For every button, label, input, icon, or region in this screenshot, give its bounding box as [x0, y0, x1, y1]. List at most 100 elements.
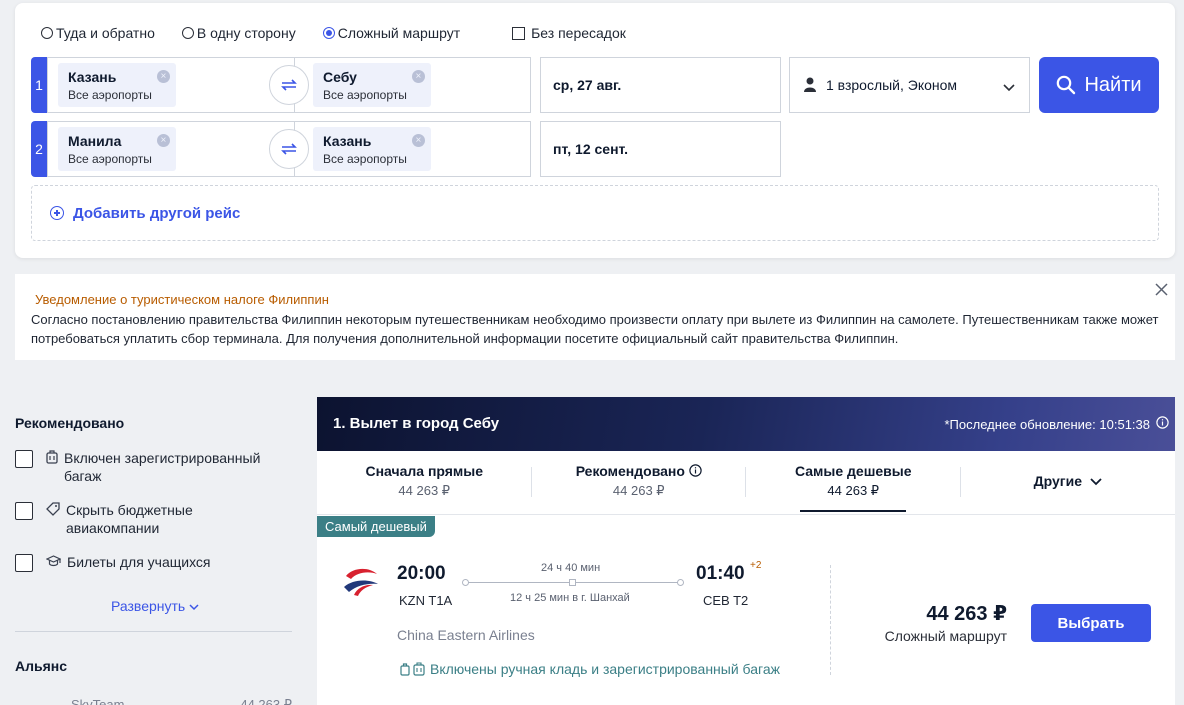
swap-button[interactable]: [269, 65, 309, 105]
filter-label: Билеты для учащихся: [67, 554, 211, 570]
passengers-label: 1 взрослый, Эконом: [826, 77, 958, 93]
date-field[interactable]: пт, 12 сент.: [540, 121, 781, 177]
chevron-down-icon: [1003, 79, 1015, 95]
tab-title: Рекомендовано: [532, 463, 747, 479]
cheapest-badge: Самый дешевый: [317, 516, 435, 537]
leg-number: 2: [31, 121, 47, 177]
filter-divider: [15, 631, 292, 632]
person-icon: [804, 77, 816, 112]
tab-price: 44 263 ₽: [612, 483, 665, 498]
clear-icon[interactable]: ×: [411, 70, 425, 83]
tab-nonstop-first[interactable]: Сначала прямые 44 263 ₽: [317, 453, 532, 514]
checkbox-box[interactable]: [15, 502, 33, 520]
filter-checked-baggage[interactable]: Включен зарегистрированный багаж: [15, 449, 292, 485]
notice-title: Уведомление о туристическом налоге Филип…: [35, 292, 329, 307]
search-label: Найти: [1084, 73, 1142, 96]
radio-dot: [322, 27, 335, 39]
radio-dot: [181, 27, 194, 39]
filter-label: Включен зарегистрированный багаж: [64, 450, 261, 484]
destination-airports: Все аэропорты: [323, 152, 407, 166]
search-panel: Туда и обратно В одну сторону Сложный ма…: [15, 3, 1175, 258]
tax-notice: Уведомление о туристическом налоге Филип…: [15, 274, 1175, 360]
filter-heading-recommended: Рекомендовано: [15, 415, 125, 431]
chevron-down-icon: [189, 604, 199, 611]
tab-cheapest[interactable]: Самые дешевые 44 263 ₽: [746, 453, 961, 514]
passengers-field[interactable]: 1 взрослый, Эконом: [789, 57, 1030, 113]
origin-field[interactable]: Казань Все аэропорты ×: [47, 57, 302, 113]
checkbox-label: Без пересадок: [531, 25, 626, 41]
flight-duration: 24 ч 40 мин: [541, 562, 601, 574]
radio-label: В одну сторону: [196, 25, 296, 41]
tab-title: Самые дешевые: [794, 463, 912, 479]
stopover-info: 12 ч 25 мин в г. Шанхай: [510, 592, 630, 604]
route-end-dot: [677, 579, 684, 586]
destination-field[interactable]: Себу Все аэропорты ×: [294, 57, 531, 113]
route-line: [462, 579, 684, 586]
destination-field[interactable]: Казань Все аэропорты ×: [294, 121, 531, 177]
add-flight-button[interactable]: Добавить другой рейс: [31, 185, 1159, 241]
select-flight-button[interactable]: Выбрать: [1031, 604, 1151, 642]
filters-sidebar: Рекомендовано Включен зарегистрированный…: [15, 415, 292, 705]
origin-airports: Все аэропорты: [68, 88, 152, 102]
swap-icon: [281, 79, 297, 91]
route-start-dot: [462, 579, 469, 586]
tab-price: 44 263 ₽: [398, 483, 451, 498]
notice-text: Согласно постановлению правительства Фил…: [31, 312, 1159, 346]
nonstop-checkbox[interactable]: Без пересадок: [512, 25, 626, 41]
alliance-filter-row[interactable]: SkyTeam 44 263 ₽: [15, 697, 292, 705]
clear-icon[interactable]: ×: [156, 70, 170, 83]
date-field[interactable]: ср, 27 авг.: [540, 57, 781, 113]
clear-icon[interactable]: ×: [156, 134, 170, 147]
luggage-icon: [400, 661, 425, 676]
checkbox-box[interactable]: [15, 450, 33, 468]
origin-city: Манила: [68, 133, 122, 149]
radio-one-way[interactable]: В одну сторону: [181, 25, 296, 41]
plus-day-badge: +2: [750, 560, 762, 571]
tab-title: Сначала прямые: [365, 463, 484, 479]
flight-leg-2: 2 Манила Все аэропорты × Казань Все аэро…: [31, 121, 1161, 177]
checkbox-box: [512, 26, 526, 40]
info-icon[interactable]: [1156, 416, 1169, 432]
destination-city: Казань: [323, 133, 372, 149]
radio-label: Туда и обратно: [56, 25, 155, 41]
filter-students[interactable]: Билеты для учащихся: [15, 553, 292, 572]
close-icon[interactable]: [1155, 280, 1168, 301]
clear-icon[interactable]: ×: [411, 134, 425, 147]
tab-title-text: Другие: [1033, 473, 1082, 489]
info-icon[interactable]: [689, 464, 702, 477]
last-update-text: *Последнее обновление: 10:51:38: [944, 416, 1150, 432]
card-divider: [830, 565, 831, 675]
tab-other[interactable]: Другие: [961, 453, 1176, 514]
chevron-down-icon: [1090, 478, 1102, 486]
price-caption: Сложный маршрут: [884, 628, 1007, 644]
tag-icon: [46, 502, 60, 520]
filter-label: Скрыть бюджетные авиакомпании: [66, 502, 193, 536]
swap-icon: [281, 143, 297, 155]
flight-leg-1: 1 Казань Все аэропорты × Себу Все аэропо…: [31, 57, 1161, 113]
origin-airports: Все аэропорты: [68, 152, 152, 166]
tab-recommended[interactable]: Рекомендовано 44 263 ₽: [532, 453, 747, 514]
luggage-icon: [46, 450, 58, 469]
baggage-label: Включены ручная кладь и зарегистрированн…: [430, 661, 780, 677]
results-panel: 1. Вылет в город Себу *Последнее обновле…: [317, 397, 1175, 705]
search-icon: [1057, 75, 1076, 95]
radio-multi-city[interactable]: Сложный маршрут: [322, 25, 460, 41]
stopover-marker: [569, 579, 576, 586]
departure-time: 20:00: [397, 563, 446, 584]
filter-hide-budget[interactable]: Скрыть бюджетные авиакомпании: [15, 501, 292, 537]
radio-round-trip[interactable]: Туда и обратно: [41, 25, 155, 41]
origin-field[interactable]: Манила Все аэропорты ×: [47, 121, 302, 177]
add-flight-label: Добавить другой рейс: [73, 204, 241, 222]
swap-button[interactable]: [269, 129, 309, 169]
tab-title: Другие: [961, 473, 1176, 489]
search-button[interactable]: Найти: [1039, 57, 1159, 113]
expand-filters-link[interactable]: Развернуть: [111, 598, 199, 614]
active-tab-indicator: [800, 510, 906, 512]
destination-chip: Себу Все аэропорты ×: [313, 63, 431, 107]
checkbox-box[interactable]: [15, 554, 33, 572]
banner-title: 1. Вылет в город Себу: [333, 415, 500, 432]
flight-card[interactable]: 20:00 KZN T1A 24 ч 40 мин 12 ч 25 мин в …: [317, 541, 1175, 705]
destination-chip: Казань Все аэропорты ×: [313, 127, 431, 171]
departure-airport: KZN T1A: [399, 593, 453, 608]
baggage-info: Включены ручная кладь и зарегистрированн…: [400, 661, 780, 677]
